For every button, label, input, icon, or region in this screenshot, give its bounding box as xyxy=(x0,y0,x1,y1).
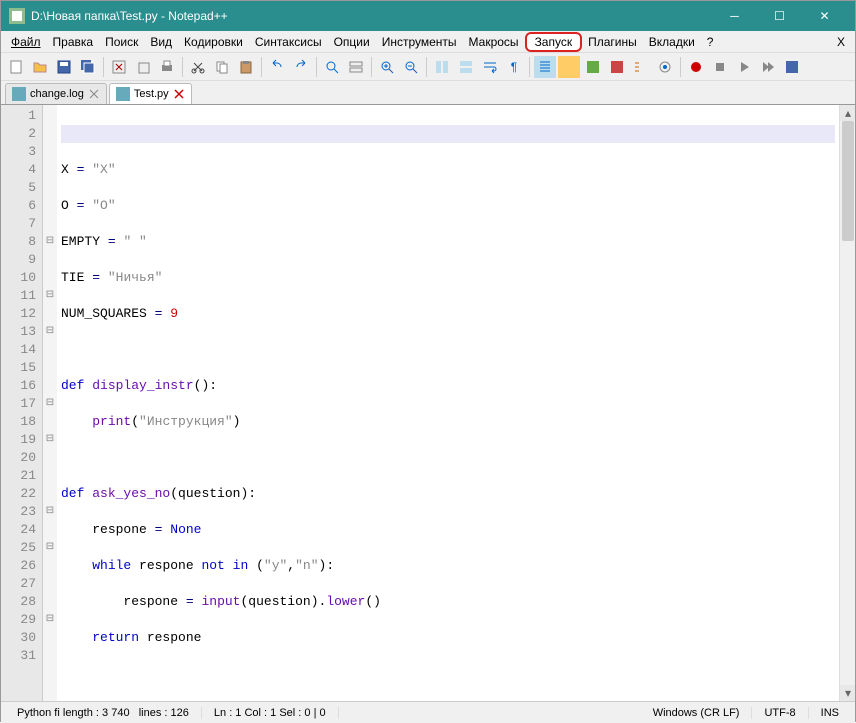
code-line: respone = input(question).lower() xyxy=(61,593,835,611)
fold-column[interactable]: ⊟⊟⊟⊟⊟⊟⊟⊟ xyxy=(43,105,57,701)
sync-hscroll-button[interactable] xyxy=(455,56,477,78)
zoom-in-button[interactable] xyxy=(376,56,398,78)
paste-button[interactable] xyxy=(235,56,257,78)
scroll-up-icon[interactable]: ▴ xyxy=(840,105,855,121)
close-button[interactable]: ✕ xyxy=(802,1,847,31)
status-encoding: UTF-8 xyxy=(752,707,808,719)
close-all-button[interactable] xyxy=(132,56,154,78)
code-line: while respone not in ("y","n"): xyxy=(61,557,835,575)
menu-view[interactable]: Вид xyxy=(144,33,178,51)
menu-macro[interactable]: Макросы xyxy=(463,33,525,51)
code-line xyxy=(61,125,835,143)
code-line: return respone xyxy=(61,629,835,647)
line-number-gutter: 1234567891011121314151617181920212223242… xyxy=(1,105,43,701)
zoom-out-button[interactable] xyxy=(400,56,422,78)
scroll-down-icon[interactable]: ▾ xyxy=(840,685,855,701)
code-line xyxy=(61,341,835,359)
open-file-button[interactable] xyxy=(29,56,51,78)
indent-guide-button[interactable] xyxy=(534,56,556,78)
tab-label: Test.py xyxy=(134,88,169,100)
menu-tools[interactable]: Инструменты xyxy=(376,33,463,51)
menu-tabs[interactable]: Вкладки xyxy=(643,33,701,51)
titlebar: D:\Новая папка\Test.py - Notepad++ ─ ☐ ✕ xyxy=(1,1,855,31)
menu-run[interactable]: Запуск xyxy=(525,32,583,52)
code-line xyxy=(61,449,835,467)
status-insert-mode: INS xyxy=(809,707,851,719)
copy-button[interactable] xyxy=(211,56,233,78)
folder-workspace-button[interactable] xyxy=(654,56,676,78)
menu-encoding[interactable]: Кодировки xyxy=(178,33,249,51)
toolbar: ¶ xyxy=(1,53,855,81)
find-button[interactable] xyxy=(321,56,343,78)
new-file-button[interactable] xyxy=(5,56,27,78)
vertical-scrollbar[interactable]: ▴ ▾ xyxy=(839,105,855,701)
code-line: X = "X" xyxy=(61,161,835,179)
editor[interactable]: 1234567891011121314151617181920212223242… xyxy=(1,105,855,701)
menu-plugins[interactable]: Плагины xyxy=(582,33,643,51)
save-all-button[interactable] xyxy=(77,56,99,78)
menu-edit[interactable]: Правка xyxy=(47,33,100,51)
code-line: TIE = "Ничья" xyxy=(61,269,835,287)
undo-button[interactable] xyxy=(266,56,288,78)
code-area[interactable]: X = "X" O = "O" EMPTY = " " TIE = "Ничья… xyxy=(57,105,839,701)
scrollbar-thumb[interactable] xyxy=(842,121,854,241)
code-line xyxy=(61,665,835,683)
tab-test-py[interactable]: Test.py xyxy=(109,83,192,104)
code-line: O = "O" xyxy=(61,197,835,215)
code-line: respone = None xyxy=(61,521,835,539)
function-list-button[interactable] xyxy=(630,56,652,78)
code-line: def display_instr(): xyxy=(61,377,835,395)
maximize-button[interactable]: ☐ xyxy=(757,1,802,31)
tab-close-icon[interactable] xyxy=(88,88,100,100)
window-title: D:\Новая папка\Test.py - Notepad++ xyxy=(31,9,712,23)
menu-options[interactable]: Опции xyxy=(328,33,376,51)
file-icon xyxy=(116,87,130,101)
tab-change-log[interactable]: change.log xyxy=(5,83,107,104)
code-line: print("Инструкция") xyxy=(61,413,835,431)
menu-close-x[interactable]: X xyxy=(831,33,851,51)
code-line: EMPTY = " " xyxy=(61,233,835,251)
statusbar: Python fi length : 3 740 lines : 126 Ln … xyxy=(1,701,855,723)
save-macro-button[interactable] xyxy=(781,56,803,78)
tab-close-icon[interactable] xyxy=(173,88,185,100)
tabbar: change.log Test.py xyxy=(1,81,855,105)
doc-list-button[interactable] xyxy=(606,56,628,78)
user-lang-button[interactable] xyxy=(558,56,580,78)
minimize-button[interactable]: ─ xyxy=(712,1,757,31)
status-eol: Windows (CR LF) xyxy=(641,707,753,719)
invisible-chars-button[interactable]: ¶ xyxy=(503,56,525,78)
save-button[interactable] xyxy=(53,56,75,78)
record-macro-button[interactable] xyxy=(685,56,707,78)
menu-file[interactable]: Файл xyxy=(5,33,47,51)
status-position: Ln : 1 Col : 1 Sel : 0 | 0 xyxy=(202,707,339,719)
menubar: Файл Правка Поиск Вид Кодировки Синтакси… xyxy=(1,31,855,53)
play-macro-button[interactable] xyxy=(733,56,755,78)
menu-help[interactable]: ? xyxy=(701,33,720,51)
menu-syntax[interactable]: Синтаксисы xyxy=(249,33,328,51)
stop-macro-button[interactable] xyxy=(709,56,731,78)
print-button[interactable] xyxy=(156,56,178,78)
close-file-button[interactable] xyxy=(108,56,130,78)
cut-button[interactable] xyxy=(187,56,209,78)
play-multi-button[interactable] xyxy=(757,56,779,78)
redo-button[interactable] xyxy=(290,56,312,78)
status-language: Python fi length : 3 740 lines : 126 xyxy=(5,707,202,719)
code-line: NUM_SQUARES = 9 xyxy=(61,305,835,323)
tab-label: change.log xyxy=(30,88,84,100)
replace-button[interactable] xyxy=(345,56,367,78)
word-wrap-button[interactable] xyxy=(479,56,501,78)
sync-vscroll-button[interactable] xyxy=(431,56,453,78)
menu-search[interactable]: Поиск xyxy=(99,33,144,51)
app-icon xyxy=(9,8,25,24)
doc-map-button[interactable] xyxy=(582,56,604,78)
file-icon xyxy=(12,87,26,101)
code-line: def ask_yes_no(question): xyxy=(61,485,835,503)
